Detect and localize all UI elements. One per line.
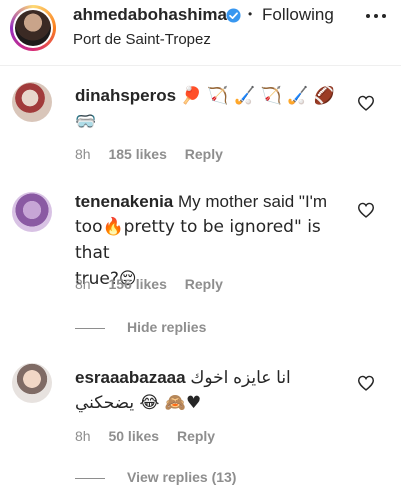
comment-text: too🔥pretty to be ignored" is that [75, 217, 321, 263]
reply-button[interactable]: Reply [185, 276, 223, 292]
heart-icon[interactable] [357, 375, 375, 391]
likes-count[interactable]: 185 likes [108, 146, 166, 162]
comment-text: My mother said "I'm [178, 192, 328, 211]
location-link[interactable]: Port de Saint-Tropez [73, 31, 211, 48]
following-button[interactable]: Following [262, 5, 334, 25]
avatar[interactable] [12, 192, 52, 232]
comment-time: 8h [75, 276, 91, 292]
comment-time: 8h [75, 428, 91, 444]
avatar[interactable] [12, 363, 52, 403]
replies-line [75, 477, 105, 479]
comment-text: 🏓 🏹 🏑 🏹 🏑 🏈 [180, 86, 335, 106]
comment-time: 8h [75, 146, 91, 162]
comment-meta: 8h 185 likes Reply [75, 146, 237, 162]
comment-username[interactable]: dinahsperos [75, 86, 176, 105]
header-username[interactable]: ahmedabohashima [73, 5, 227, 25]
comment-text: انا عايزه اخوك [190, 368, 291, 387]
header-avatar[interactable] [10, 5, 56, 51]
comment-text: يضحكني 😂 🙈♥ [75, 393, 202, 413]
comment-body: dinahsperos 🏓 🏹 🏑 🏹 🏑 🏈 🥽 [75, 83, 347, 135]
comment-username[interactable]: tenenakenia [75, 192, 173, 211]
reply-button[interactable]: Reply [185, 146, 223, 162]
post-header: ahmedabohashima • Following Port de Sain… [0, 0, 401, 64]
likes-count[interactable]: 50 likes [108, 428, 159, 444]
more-options-icon[interactable] [366, 10, 388, 22]
comment-body: esraaabazaaa انا عايزه اخوك يضحكني 😂 🙈♥ [75, 365, 347, 416]
comment-text: 🥽 [75, 112, 97, 132]
view-replies-label: View replies (13) [127, 469, 237, 485]
separator-dot: • [248, 7, 253, 21]
heart-icon[interactable] [357, 95, 375, 111]
header-divider [0, 65, 401, 66]
verified-badge-icon [226, 8, 241, 23]
likes-count[interactable]: 156 likes [108, 276, 166, 292]
hide-replies-label: Hide replies [127, 319, 207, 335]
hide-replies-button[interactable]: Hide replies [75, 319, 206, 335]
reply-button[interactable]: Reply [177, 428, 215, 444]
avatar[interactable] [12, 82, 52, 122]
view-replies-button[interactable]: View replies (13) [75, 469, 236, 485]
comment-meta: 8h 50 likes Reply [75, 428, 229, 444]
comment-username[interactable]: esraaabazaaa [75, 368, 186, 387]
heart-icon[interactable] [357, 202, 375, 218]
comment-meta: 8h 156 likes Reply [75, 276, 237, 292]
replies-line [75, 327, 105, 329]
